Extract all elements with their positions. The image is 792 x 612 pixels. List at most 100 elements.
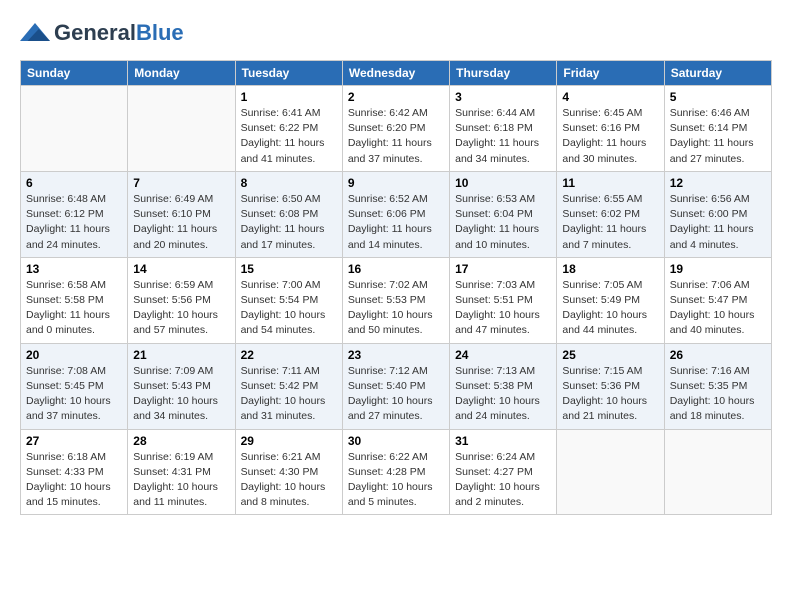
day-info: Sunrise: 6:59 AM Sunset: 5:56 PM Dayligh… (133, 278, 229, 339)
weekday-header: Saturday (664, 61, 771, 86)
day-number: 3 (455, 90, 551, 104)
calendar-cell: 9 Sunrise: 6:52 AM Sunset: 6:06 PM Daylig… (342, 171, 449, 257)
day-number: 1 (241, 90, 337, 104)
weekday-header: Thursday (450, 61, 557, 86)
day-number: 12 (670, 176, 766, 190)
calendar-header-row: SundayMondayTuesdayWednesdayThursdayFrid… (21, 61, 772, 86)
day-number: 5 (670, 90, 766, 104)
day-number: 24 (455, 348, 551, 362)
day-info: Sunrise: 6:22 AM Sunset: 4:28 PM Dayligh… (348, 450, 444, 511)
day-number: 26 (670, 348, 766, 362)
calendar-cell: 20Sunrise: 7:08 AM Sunset: 5:45 PM Dayli… (21, 343, 128, 429)
day-info: Sunrise: 6:21 AM Sunset: 4:30 PM Dayligh… (241, 450, 337, 511)
calendar-cell: 31 Sunrise: 6:24 AM Sunset: 4:27 PM Dayli… (450, 429, 557, 515)
weekday-header: Wednesday (342, 61, 449, 86)
day-info: Sunrise: 6:52 AM Sunset: 6:06 PM Dayligh… (348, 192, 444, 253)
day-info: Sunrise: 7:13 AM Sunset: 5:38 PM Dayligh… (455, 364, 551, 425)
day-info: Sunrise: 7:02 AM Sunset: 5:53 PM Dayligh… (348, 278, 444, 339)
calendar-cell: 23 Sunrise: 7:12 AM Sunset: 5:40 PM Dayli… (342, 343, 449, 429)
day-info: Sunrise: 7:05 AM Sunset: 5:49 PM Dayligh… (562, 278, 658, 339)
day-number: 22 (241, 348, 337, 362)
day-info: Sunrise: 7:09 AM Sunset: 5:43 PM Dayligh… (133, 364, 229, 425)
calendar-cell (557, 429, 664, 515)
calendar-week-row: 20Sunrise: 7:08 AM Sunset: 5:45 PM Dayli… (21, 343, 772, 429)
logo-icon (20, 23, 50, 41)
day-number: 9 (348, 176, 444, 190)
calendar-cell: 26 Sunrise: 7:16 AM Sunset: 5:35 PM Dayli… (664, 343, 771, 429)
calendar-cell: 2Sunrise: 6:42 AM Sunset: 6:20 PM Daylig… (342, 86, 449, 172)
day-number: 4 (562, 90, 658, 104)
day-number: 28 (133, 434, 229, 448)
calendar-cell: 21 Sunrise: 7:09 AM Sunset: 5:43 PM Dayli… (128, 343, 235, 429)
day-info: Sunrise: 7:15 AM Sunset: 5:36 PM Dayligh… (562, 364, 658, 425)
day-info: Sunrise: 6:55 AM Sunset: 6:02 PM Dayligh… (562, 192, 658, 253)
day-number: 31 (455, 434, 551, 448)
day-info: Sunrise: 6:24 AM Sunset: 4:27 PM Dayligh… (455, 450, 551, 511)
calendar-cell (128, 86, 235, 172)
calendar-cell: 16 Sunrise: 7:02 AM Sunset: 5:53 PM Dayli… (342, 257, 449, 343)
weekday-header: Tuesday (235, 61, 342, 86)
day-number: 20 (26, 348, 122, 362)
calendar-cell: 17Sunrise: 7:03 AM Sunset: 5:51 PM Dayli… (450, 257, 557, 343)
day-number: 23 (348, 348, 444, 362)
calendar-week-row: 27Sunrise: 6:18 AM Sunset: 4:33 PM Dayli… (21, 429, 772, 515)
day-info: Sunrise: 7:06 AM Sunset: 5:47 PM Dayligh… (670, 278, 766, 339)
day-number: 25 (562, 348, 658, 362)
day-info: Sunrise: 6:19 AM Sunset: 4:31 PM Dayligh… (133, 450, 229, 511)
weekday-header: Friday (557, 61, 664, 86)
day-info: Sunrise: 6:45 AM Sunset: 6:16 PM Dayligh… (562, 106, 658, 167)
day-info: Sunrise: 7:00 AM Sunset: 5:54 PM Dayligh… (241, 278, 337, 339)
day-number: 7 (133, 176, 229, 190)
calendar-cell: 22 Sunrise: 7:11 AM Sunset: 5:42 PM Dayli… (235, 343, 342, 429)
calendar-cell (21, 86, 128, 172)
calendar-cell: 19 Sunrise: 7:06 AM Sunset: 5:47 PM Dayli… (664, 257, 771, 343)
calendar-cell (664, 429, 771, 515)
day-info: Sunrise: 6:44 AM Sunset: 6:18 PM Dayligh… (455, 106, 551, 167)
day-number: 8 (241, 176, 337, 190)
day-number: 2 (348, 90, 444, 104)
day-info: Sunrise: 7:12 AM Sunset: 5:40 PM Dayligh… (348, 364, 444, 425)
logo: GeneralBlue (20, 20, 184, 46)
day-info: Sunrise: 6:48 AM Sunset: 6:12 PM Dayligh… (26, 192, 122, 253)
day-number: 19 (670, 262, 766, 276)
calendar-cell: 24 Sunrise: 7:13 AM Sunset: 5:38 PM Dayli… (450, 343, 557, 429)
calendar-cell: 15Sunrise: 7:00 AM Sunset: 5:54 PM Dayli… (235, 257, 342, 343)
day-info: Sunrise: 7:11 AM Sunset: 5:42 PM Dayligh… (241, 364, 337, 425)
calendar-cell: 1 Sunrise: 6:41 AM Sunset: 6:22 PM Daylig… (235, 86, 342, 172)
calendar-cell: 6 Sunrise: 6:48 AM Sunset: 6:12 PM Daylig… (21, 171, 128, 257)
calendar-week-row: 6 Sunrise: 6:48 AM Sunset: 6:12 PM Daylig… (21, 171, 772, 257)
calendar-cell: 5 Sunrise: 6:46 AM Sunset: 6:14 PM Daylig… (664, 86, 771, 172)
day-number: 11 (562, 176, 658, 190)
day-info: Sunrise: 7:03 AM Sunset: 5:51 PM Dayligh… (455, 278, 551, 339)
calendar-cell: 10 Sunrise: 6:53 AM Sunset: 6:04 PM Dayli… (450, 171, 557, 257)
calendar-week-row: 1 Sunrise: 6:41 AM Sunset: 6:22 PM Daylig… (21, 86, 772, 172)
calendar-table: SundayMondayTuesdayWednesdayThursdayFrid… (20, 60, 772, 515)
calendar-cell: 14 Sunrise: 6:59 AM Sunset: 5:56 PM Dayli… (128, 257, 235, 343)
calendar-cell: 18 Sunrise: 7:05 AM Sunset: 5:49 PM Dayli… (557, 257, 664, 343)
day-number: 27 (26, 434, 122, 448)
day-number: 18 (562, 262, 658, 276)
calendar-cell: 3 Sunrise: 6:44 AM Sunset: 6:18 PM Daylig… (450, 86, 557, 172)
calendar-cell: 7Sunrise: 6:49 AM Sunset: 6:10 PM Daylig… (128, 171, 235, 257)
day-info: Sunrise: 6:56 AM Sunset: 6:00 PM Dayligh… (670, 192, 766, 253)
day-number: 10 (455, 176, 551, 190)
calendar-cell: 30Sunrise: 6:22 AM Sunset: 4:28 PM Dayli… (342, 429, 449, 515)
header: GeneralBlue (20, 20, 772, 46)
calendar-cell: 13Sunrise: 6:58 AM Sunset: 5:58 PM Dayli… (21, 257, 128, 343)
calendar-cell: 12 Sunrise: 6:56 AM Sunset: 6:00 PM Dayli… (664, 171, 771, 257)
day-info: Sunrise: 6:41 AM Sunset: 6:22 PM Dayligh… (241, 106, 337, 167)
calendar-cell: 28 Sunrise: 6:19 AM Sunset: 4:31 PM Dayli… (128, 429, 235, 515)
day-number: 16 (348, 262, 444, 276)
page: GeneralBlue SundayMondayTuesdayWednesday… (0, 0, 792, 525)
day-number: 21 (133, 348, 229, 362)
day-number: 13 (26, 262, 122, 276)
calendar-cell: 27Sunrise: 6:18 AM Sunset: 4:33 PM Dayli… (21, 429, 128, 515)
day-number: 6 (26, 176, 122, 190)
calendar-cell: 11 Sunrise: 6:55 AM Sunset: 6:02 PM Dayli… (557, 171, 664, 257)
calendar-cell: 4 Sunrise: 6:45 AM Sunset: 6:16 PM Daylig… (557, 86, 664, 172)
calendar-cell: 29Sunrise: 6:21 AM Sunset: 4:30 PM Dayli… (235, 429, 342, 515)
day-info: Sunrise: 7:16 AM Sunset: 5:35 PM Dayligh… (670, 364, 766, 425)
day-info: Sunrise: 6:53 AM Sunset: 6:04 PM Dayligh… (455, 192, 551, 253)
day-info: Sunrise: 6:46 AM Sunset: 6:14 PM Dayligh… (670, 106, 766, 167)
day-number: 14 (133, 262, 229, 276)
